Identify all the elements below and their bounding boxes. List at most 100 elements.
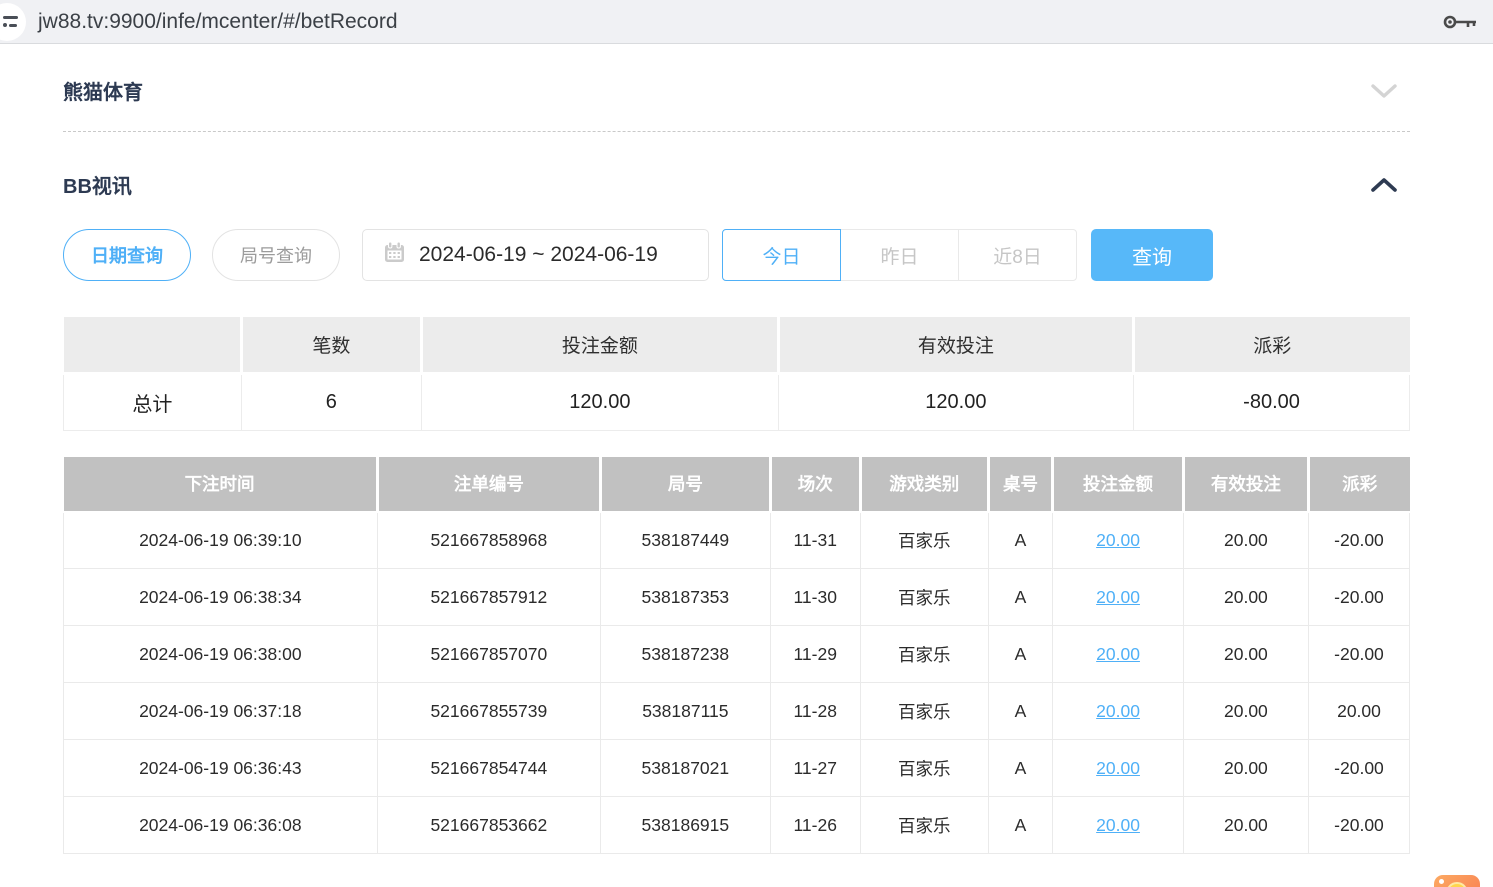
bet-column-header: 注单编号	[377, 457, 600, 512]
chevron-down-icon[interactable]	[1370, 83, 1398, 99]
valid-bet: 20.00	[1183, 797, 1308, 854]
calendar-icon	[383, 241, 406, 269]
chevron-up-icon[interactable]	[1370, 177, 1398, 193]
search-button[interactable]: 查询	[1091, 229, 1213, 281]
bet-time: 2024-06-19 06:38:34	[64, 569, 378, 626]
site-info-icon[interactable]	[0, 3, 26, 41]
bet-column-header: 有效投注	[1183, 457, 1308, 512]
yesterday-button[interactable]: 昨日	[840, 229, 959, 281]
bet-time: 2024-06-19 06:39:10	[64, 512, 378, 569]
bet-amount: 20.00	[1053, 569, 1184, 626]
section-header-bb-video[interactable]: BB视讯	[63, 132, 1410, 199]
table-row: 2024-06-19 06:38:00521667857070538187238…	[64, 626, 1410, 683]
summary-value: 6	[241, 373, 421, 430]
bet-id: 521667857070	[377, 626, 600, 683]
summary-column-header: 派彩	[1134, 317, 1410, 373]
table-no: A	[988, 797, 1053, 854]
table-row: 2024-06-19 06:37:18521667855739538187115…	[64, 683, 1410, 740]
game-type: 百家乐	[860, 512, 988, 569]
round-no: 538187449	[601, 512, 771, 569]
round-query-tab[interactable]: 局号查询	[212, 229, 340, 281]
valid-bet: 20.00	[1183, 740, 1308, 797]
bet-id: 521667858968	[377, 512, 600, 569]
bet-column-header: 场次	[770, 457, 860, 512]
bet-time: 2024-06-19 06:36:08	[64, 797, 378, 854]
valid-bet: 20.00	[1183, 512, 1308, 569]
summary-value: 120.00	[778, 373, 1133, 430]
bet-records-table: 下注时间注单编号局号场次游戏类别桌号投注金额有效投注派彩 2024-06-19 …	[63, 457, 1410, 855]
session-no: 11-31	[770, 512, 860, 569]
quick-date-button-group: 今日 昨日 近8日	[722, 229, 1077, 281]
browser-address-bar[interactable]: jw88.tv:9900/infe/mcenter/#/betRecord	[0, 0, 1493, 44]
bet-amount-link[interactable]: 20.00	[1096, 587, 1140, 607]
bet-column-header: 桌号	[988, 457, 1053, 512]
payout: -20.00	[1308, 740, 1409, 797]
payout: -20.00	[1308, 797, 1409, 854]
bet-record-page: 熊猫体育 BB视讯 日期查询 局号查询	[0, 44, 1493, 854]
bet-id: 521667857912	[377, 569, 600, 626]
table-no: A	[988, 626, 1053, 683]
address-bar-url[interactable]: jw88.tv:9900/infe/mcenter/#/betRecord	[38, 10, 398, 34]
game-type: 百家乐	[860, 683, 988, 740]
bet-column-header: 游戏类别	[860, 457, 988, 512]
bet-id: 521667853662	[377, 797, 600, 854]
bet-time: 2024-06-19 06:36:43	[64, 740, 378, 797]
round-no: 538187353	[601, 569, 771, 626]
valid-bet: 20.00	[1183, 626, 1308, 683]
round-no: 538187021	[601, 740, 771, 797]
date-query-tab[interactable]: 日期查询	[63, 229, 191, 281]
session-no: 11-27	[770, 740, 860, 797]
bet-id: 521667855739	[377, 683, 600, 740]
last-8-days-button[interactable]: 近8日	[958, 229, 1077, 281]
summary-value: 120.00	[422, 373, 779, 430]
payout: -20.00	[1308, 512, 1409, 569]
valid-bet: 20.00	[1183, 683, 1308, 740]
summary-column-header: 投注金额	[422, 317, 779, 373]
bet-amount: 20.00	[1053, 683, 1184, 740]
bet-column-header: 局号	[601, 457, 771, 512]
bet-amount: 20.00	[1053, 797, 1184, 854]
payout: -20.00	[1308, 569, 1409, 626]
date-range-value: 2024-06-19 ~ 2024-06-19	[419, 243, 658, 267]
valid-bet: 20.00	[1183, 569, 1308, 626]
date-range-input[interactable]: 2024-06-19 ~ 2024-06-19	[362, 229, 709, 281]
promo-float-button[interactable]	[1434, 875, 1480, 887]
session-no: 11-30	[770, 569, 860, 626]
session-no: 11-26	[770, 797, 860, 854]
summary-column-header: 笔数	[241, 317, 421, 373]
bet-amount: 20.00	[1053, 740, 1184, 797]
bet-amount-link[interactable]: 20.00	[1096, 815, 1140, 835]
summary-column-header: 有效投注	[778, 317, 1133, 373]
section-header-panda-sports[interactable]: 熊猫体育	[63, 44, 1410, 105]
bet-time: 2024-06-19 06:38:00	[64, 626, 378, 683]
bet-time: 2024-06-19 06:37:18	[64, 683, 378, 740]
today-button[interactable]: 今日	[722, 229, 841, 281]
bet-amount-link[interactable]: 20.00	[1096, 758, 1140, 778]
bet-amount: 20.00	[1053, 512, 1184, 569]
bet-amount: 20.00	[1053, 626, 1184, 683]
game-type: 百家乐	[860, 797, 988, 854]
summary-total-label: 总计	[64, 373, 242, 430]
table-no: A	[988, 740, 1053, 797]
bet-table-body: 2024-06-19 06:39:10521667858968538187449…	[64, 512, 1410, 854]
payout: -20.00	[1308, 626, 1409, 683]
bet-column-header: 投注金额	[1053, 457, 1184, 512]
session-no: 11-28	[770, 683, 860, 740]
game-type: 百家乐	[860, 740, 988, 797]
round-no: 538186915	[601, 797, 771, 854]
bet-amount-link[interactable]: 20.00	[1096, 701, 1140, 721]
password-key-icon[interactable]	[1443, 13, 1477, 36]
payout: 20.00	[1308, 683, 1409, 740]
section-title-panda-sports: 熊猫体育	[63, 76, 143, 105]
summary-data-row: 总计6120.00120.00-80.00	[64, 373, 1410, 430]
table-row: 2024-06-19 06:36:43521667854744538187021…	[64, 740, 1410, 797]
table-row: 2024-06-19 06:39:10521667858968538187449…	[64, 512, 1410, 569]
bet-amount-link[interactable]: 20.00	[1096, 530, 1140, 550]
bet-amount-link[interactable]: 20.00	[1096, 644, 1140, 664]
round-no: 538187115	[601, 683, 771, 740]
bet-id: 521667854744	[377, 740, 600, 797]
game-type: 百家乐	[860, 569, 988, 626]
summary-column-header	[64, 317, 242, 373]
game-type: 百家乐	[860, 626, 988, 683]
summary-table: 笔数投注金额有效投注派彩 总计6120.00120.00-80.00	[63, 317, 1410, 431]
